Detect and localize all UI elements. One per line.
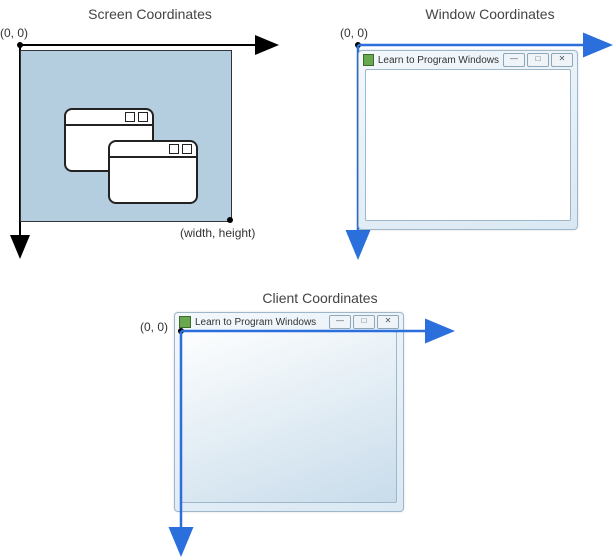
client-controls: — □ ✕ xyxy=(329,315,399,329)
minimize-button: — xyxy=(329,315,351,329)
window-title: Window Coordinates xyxy=(400,6,580,22)
close-button: ✕ xyxy=(551,53,573,67)
screen-origin-label: (0, 0) xyxy=(0,26,28,40)
maximize-button: □ xyxy=(527,53,549,67)
mini-window-front xyxy=(108,140,198,204)
screen-coordinates-diagram: Screen Coordinates (0, 0) (width, height… xyxy=(0,0,300,260)
screen-origin-dot xyxy=(17,42,23,48)
client-app-frame: Learn to Program Windows — □ ✕ xyxy=(174,312,404,512)
maximize-button: □ xyxy=(353,315,375,329)
close-button: ✕ xyxy=(377,315,399,329)
window-client-area xyxy=(365,69,571,221)
client-app-title: Learn to Program Windows xyxy=(195,317,325,328)
client-coordinates-diagram: Client Coordinates (0, 0) Learn to Progr… xyxy=(140,290,480,550)
window-app-title: Learn to Program Windows xyxy=(378,55,499,66)
screen-extent-label: (width, height) xyxy=(180,226,255,240)
client-titlebar: Learn to Program Windows — □ ✕ xyxy=(175,313,403,331)
client-origin-dot xyxy=(178,328,184,334)
window-app-frame: Learn to Program Windows — □ ✕ xyxy=(358,50,578,230)
client-origin-label: (0, 0) xyxy=(140,320,168,334)
screen-title: Screen Coordinates xyxy=(60,6,240,22)
app-icon xyxy=(179,316,191,328)
app-icon xyxy=(363,54,374,66)
window-titlebar: Learn to Program Windows — □ ✕ xyxy=(359,51,577,69)
client-client-area xyxy=(181,331,397,503)
minimize-button: — xyxy=(503,53,525,67)
window-coordinates-diagram: Window Coordinates (0, 0) Learn to Progr… xyxy=(340,0,614,260)
window-origin-dot xyxy=(355,42,361,48)
client-title: Client Coordinates xyxy=(230,290,410,306)
screen-extent-dot xyxy=(227,217,233,223)
window-controls: — □ ✕ xyxy=(503,53,573,67)
window-origin-label: (0, 0) xyxy=(340,26,368,40)
